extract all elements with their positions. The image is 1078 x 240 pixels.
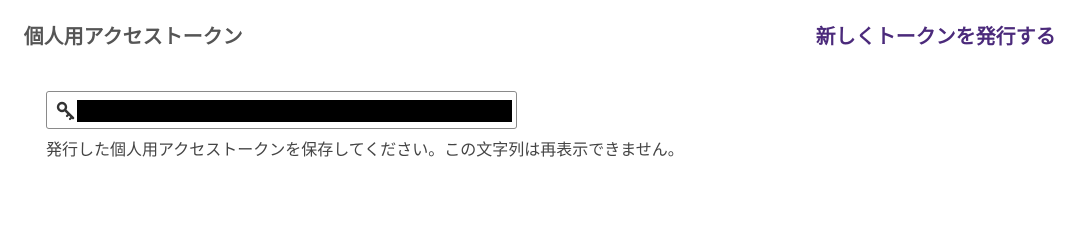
token-value-redacted[interactable]	[77, 100, 512, 122]
section-title: 個人用アクセストークン	[24, 24, 243, 48]
key-icon	[56, 101, 75, 121]
generate-new-token-link[interactable]: 新しくトークンを発行する	[816, 22, 1056, 50]
token-field[interactable]	[46, 91, 517, 129]
help-text: 発行した個人用アクセストークンを保存してください。この文字列は再表示できません。	[46, 140, 684, 159]
